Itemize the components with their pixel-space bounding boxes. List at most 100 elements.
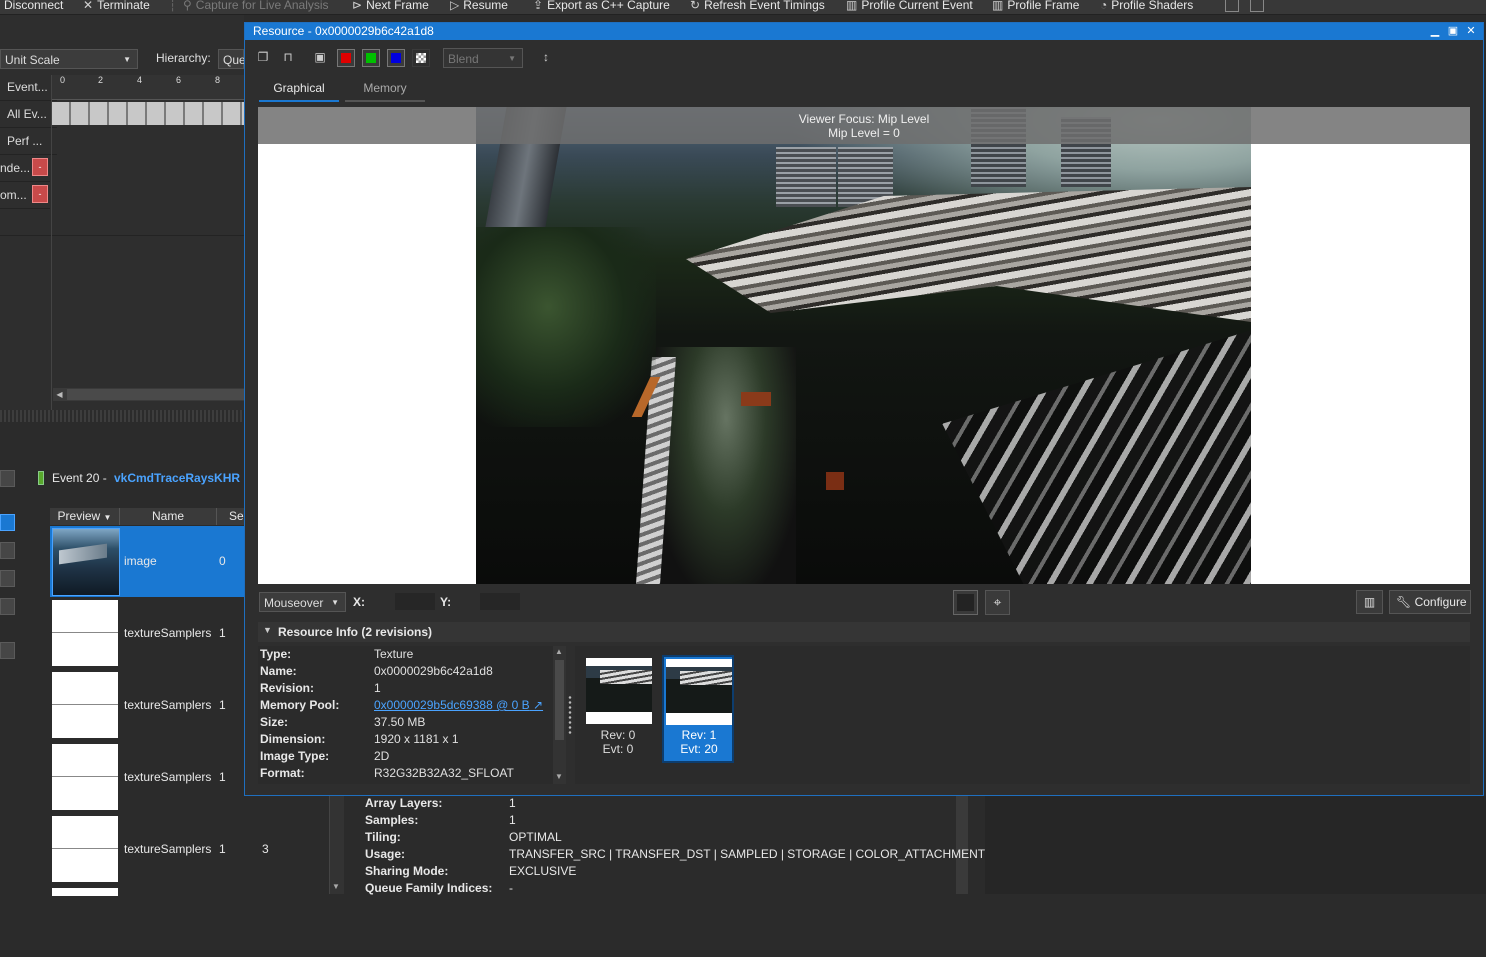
info-label: Dimension: — [260, 732, 326, 746]
vertical-arrows-icon[interactable]: ↕ — [539, 50, 553, 64]
image-viewer[interactable]: Viewer Focus: Mip Level Mip Level = 0 — [258, 107, 1470, 584]
chevron-down-icon: ▼ — [103, 513, 112, 522]
x-label: X: — [353, 595, 365, 609]
table-row[interactable]: textureSamplers 1 3 — [50, 814, 330, 885]
event-name-link[interactable]: vkCmdTraceRaysKHR — [114, 471, 240, 485]
revision-event: Evt: 0 — [602, 742, 634, 756]
unit-scale-select[interactable]: Unit Scale ▼ — [0, 49, 138, 69]
side-button[interactable] — [0, 470, 15, 487]
toolbar-extra-button-2[interactable] — [1250, 0, 1264, 12]
pixel-color-swatch[interactable] — [953, 590, 978, 615]
info-label: Name: — [260, 664, 297, 678]
binding-set: 1 — [219, 698, 226, 712]
close-icon: ✕ — [83, 0, 94, 12]
splitter-grip-icon[interactable] — [568, 695, 572, 735]
revision-number: Rev: 1 — [681, 728, 717, 742]
play-icon: ▷ — [450, 0, 460, 12]
crosshair-icon[interactable]: ⌖ — [985, 590, 1010, 615]
table-row[interactable]: textureSamplers 1 — [50, 742, 245, 813]
revision-item[interactable]: Rev: 0 Evt: 0 — [582, 655, 654, 763]
minimize-icon[interactable]: ▁ — [1427, 23, 1443, 40]
chart-icon: ▥ — [992, 0, 1004, 12]
profile-shaders-button[interactable]: ◔ Profile Shaders — [1100, 0, 1193, 13]
info-value: - — [509, 881, 513, 895]
refresh-timings-button[interactable]: ↻ Refresh Event Timings — [690, 0, 825, 13]
blend-mode-select[interactable]: Blend ▼ — [443, 48, 523, 68]
resource-info-header[interactable]: ▼ Resource Info (2 revisions) — [258, 622, 1470, 642]
splitter-handle[interactable] — [0, 410, 244, 422]
next-frame-button[interactable]: ⊳ Next Frame — [352, 0, 429, 13]
toolbar-extra-button-1[interactable] — [1225, 0, 1239, 12]
tab-graphical[interactable]: Graphical — [259, 78, 339, 102]
resume-button[interactable]: ▷ Resume — [450, 0, 508, 13]
texture-preview-image — [476, 107, 1251, 584]
lock-icon[interactable]: ⊓ — [281, 50, 295, 64]
ruler-tick: 4 — [137, 75, 143, 85]
info-label: Tiling: — [365, 830, 401, 844]
side-button[interactable] — [0, 570, 15, 587]
maximize-icon[interactable]: ▣ — [1445, 23, 1461, 40]
terminate-button[interactable]: ✕ Terminate — [83, 0, 150, 13]
info-value: 2D — [374, 749, 390, 763]
column-header-name[interactable]: Name — [120, 508, 217, 525]
side-button[interactable] — [0, 642, 15, 659]
preview-thumbnail — [52, 600, 118, 666]
table-row[interactable] — [50, 886, 245, 957]
scrollbar-thumb[interactable] — [555, 660, 564, 740]
revision-number: Rev: 0 — [600, 728, 636, 742]
memory-pool-link[interactable]: 0x0000029b5dc69388 @ 0 B ↗ — [374, 698, 543, 712]
timeline-row-label: Perf ... — [0, 128, 57, 155]
timeline-scrollbar[interactable]: ◀ — [53, 388, 247, 401]
preview-thumbnail — [52, 528, 120, 596]
collapse-button[interactable]: - — [32, 185, 48, 203]
tab-memory[interactable]: Memory — [345, 78, 425, 102]
table-row[interactable]: image 0 — [50, 526, 245, 597]
configure-button[interactable]: 🔧︎ Configure — [1389, 590, 1471, 614]
info-value: OPTIMAL — [509, 830, 562, 844]
background-scrollbar[interactable] — [956, 796, 968, 894]
info-value: 1 — [509, 813, 516, 827]
red-channel-toggle[interactable] — [337, 49, 355, 67]
table-row[interactable]: textureSamplers 1 — [50, 598, 245, 669]
disconnect-button[interactable]: Disconnect — [4, 0, 63, 13]
preview-thumbnail — [52, 672, 118, 738]
chevron-left-icon[interactable]: ◀ — [53, 388, 66, 401]
y-label: Y: — [440, 595, 452, 609]
column-header-preview[interactable]: Preview ▼ — [50, 508, 120, 525]
histogram-icon[interactable]: ▥ — [1356, 590, 1383, 614]
save-icon[interactable]: ▣ — [313, 50, 327, 64]
mip-level-label: Mip Level = 0 — [828, 126, 900, 140]
profile-frame-button[interactable]: ▥ Profile Frame — [992, 0, 1079, 13]
export-cpp-button[interactable]: ⇪ Export as C++ Capture — [533, 0, 670, 13]
green-channel-toggle[interactable] — [362, 49, 380, 67]
info-label: Revision: — [260, 681, 315, 695]
table-scrollbar[interactable]: ▼ — [329, 795, 344, 894]
chevron-down-icon[interactable]: ▼ — [332, 882, 340, 891]
info-label: Array Layers: — [365, 796, 443, 810]
preview-thumbnail — [52, 816, 118, 882]
alpha-channel-toggle[interactable] — [412, 49, 430, 67]
window-titlebar[interactable]: Resource - 0x0000029b6c42a1d8 ▁ ▣ ✕ — [245, 23, 1483, 40]
info-scrollbar[interactable]: ▲ ▼ — [553, 646, 566, 784]
chevron-down-icon[interactable]: ▼ — [555, 772, 563, 781]
chevron-up-icon[interactable]: ▲ — [555, 647, 563, 656]
table-row[interactable]: textureSamplers 1 — [50, 670, 245, 741]
blue-channel-toggle[interactable] — [387, 49, 405, 67]
all-events-track[interactable] — [52, 102, 244, 125]
column-header-set[interactable]: Se — [217, 508, 245, 525]
copy-icon[interactable]: ❐ — [256, 50, 270, 64]
hierarchy-select[interactable]: Que — [218, 49, 246, 69]
side-button-active[interactable] — [0, 514, 15, 531]
side-button[interactable] — [0, 542, 15, 559]
preview-thumbnail — [52, 888, 118, 896]
capture-live-button[interactable]: ⚲ Capture for Live Analysis — [183, 0, 329, 13]
close-icon[interactable]: ✕ — [1463, 23, 1479, 40]
scrollbar-thumb[interactable] — [67, 389, 247, 400]
revision-item-selected[interactable]: Rev: 1 Evt: 20 — [662, 655, 734, 763]
side-button[interactable] — [0, 598, 15, 615]
profile-current-event-button[interactable]: ▥ Profile Current Event — [846, 0, 973, 13]
mouse-mode-select[interactable]: Mouseover ▼ — [259, 592, 346, 612]
resource-info-title: Resource Info (2 revisions) — [278, 625, 433, 639]
revision-thumbnail — [586, 658, 652, 724]
collapse-button[interactable]: - — [32, 158, 48, 176]
